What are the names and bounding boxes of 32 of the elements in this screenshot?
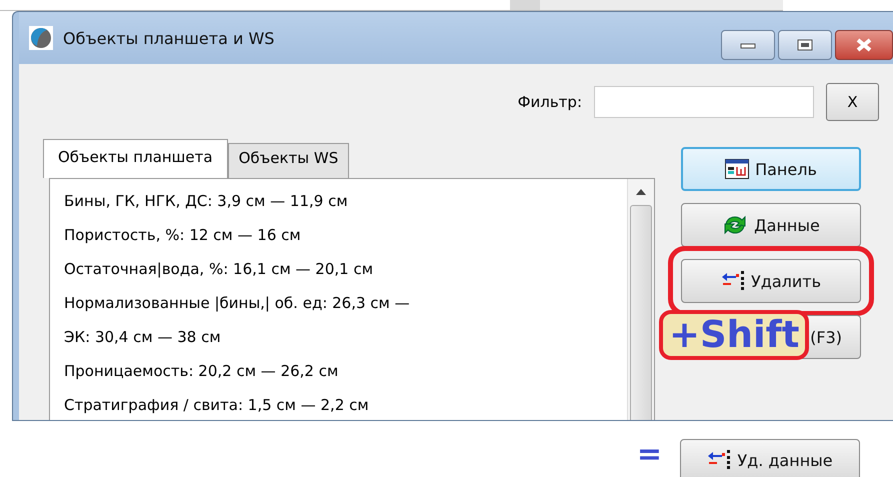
- filter-label: Фильтр:: [518, 93, 582, 111]
- list-item[interactable]: Остаточная|вода, %: 16,1 см — 20,1 см: [64, 259, 627, 293]
- maximize-icon: [797, 39, 813, 51]
- list-item[interactable]: Проницаемость: 20,2 см — 26,2 см: [64, 361, 627, 395]
- scrollbar-thumb[interactable]: [630, 205, 652, 420]
- tab[interactable]: Объекты WS: [228, 143, 350, 178]
- remove-icon: [707, 449, 732, 471]
- list-item[interactable]: Пористость, %: 12 см — 16 см: [64, 225, 627, 259]
- close-icon: [855, 38, 873, 52]
- minimize-button[interactable]: [721, 30, 775, 60]
- scrollbar[interactable]: [627, 179, 654, 420]
- action-button[interactable]: Уд. данные: [680, 439, 860, 477]
- action-button[interactable]: Панель: [681, 147, 861, 191]
- minimize-icon: [740, 41, 756, 49]
- refresh-icon: [722, 213, 748, 237]
- app-icon: [29, 26, 53, 50]
- action-button[interactable]: Данные: [681, 203, 861, 247]
- close-button[interactable]: [835, 30, 893, 60]
- list-item[interactable]: Нормализованные |бины,| об. ед: 26,3 см —: [64, 293, 627, 327]
- clear-filter-button[interactable]: X: [826, 83, 879, 121]
- tab[interactable]: Объекты планшета: [43, 139, 228, 178]
- list-item[interactable]: Стратиграфия / свита: 1,5 см — 2,2 см: [64, 395, 627, 420]
- scroll-up-icon[interactable]: [636, 189, 646, 195]
- panel-icon: [725, 159, 750, 179]
- list-item[interactable]: Бины, ГК, НГК, ДС: 3,9 см — 11,9 см: [64, 191, 627, 225]
- maximize-button[interactable]: [778, 30, 832, 60]
- equals-sign: =: [636, 439, 662, 471]
- list-item[interactable]: ЭК: 30,4 см — 38 см: [64, 327, 627, 361]
- remove-icon: [721, 270, 745, 292]
- window-title: Объекты планшета и WS: [63, 28, 276, 48]
- filter-field[interactable]: [594, 86, 814, 118]
- shift-tooltip: +Shift: [659, 310, 810, 360]
